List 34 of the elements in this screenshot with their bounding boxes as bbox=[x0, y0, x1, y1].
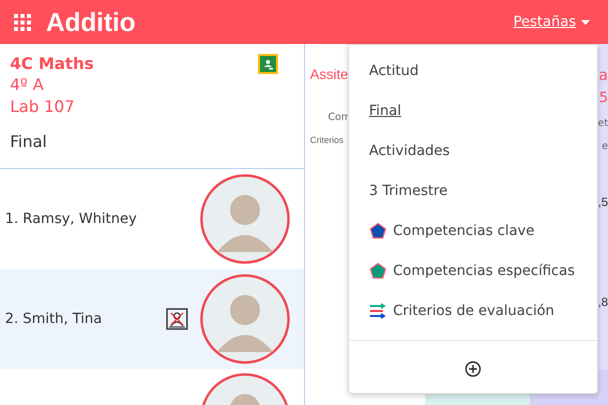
student-row[interactable]: 2. Smith, Tina bbox=[0, 269, 304, 369]
menu-item[interactable]: 3 Trimestre bbox=[349, 171, 597, 211]
column-title: Assite bbox=[310, 66, 348, 82]
student-row[interactable]: 1. Ramsy, Whitney bbox=[0, 169, 304, 269]
column-subtitle: 5 bbox=[599, 90, 608, 106]
menu-item[interactable]: Final bbox=[349, 91, 597, 131]
menu-item[interactable]: Actividades bbox=[349, 131, 597, 171]
group-name: 4C Maths bbox=[10, 54, 94, 73]
column-title: a bbox=[598, 66, 608, 84]
avatar-icon bbox=[200, 274, 290, 364]
column-criteria: Criterios bbox=[310, 135, 344, 145]
group-class: 4º A bbox=[10, 74, 45, 96]
group-room: Lab 107 bbox=[10, 96, 76, 118]
classroom-icon[interactable] bbox=[258, 54, 278, 74]
column-criteria: e bbox=[602, 141, 608, 152]
menu-item[interactable]: Competencias específicas bbox=[349, 251, 597, 291]
menu-item[interactable]: Actitud bbox=[349, 51, 597, 91]
pentagon-icon bbox=[369, 262, 387, 280]
no-photo-icon bbox=[166, 308, 188, 330]
current-tab-title: Final bbox=[10, 132, 48, 151]
student-name: 2. Smith, Tina bbox=[5, 311, 103, 327]
column-subtitle: et bbox=[598, 118, 608, 129]
menu-item[interactable]: Criterios de evaluación bbox=[349, 291, 597, 331]
pentagon-icon bbox=[369, 222, 387, 240]
add-icon[interactable] bbox=[465, 361, 481, 377]
app-logo: Additio bbox=[46, 6, 136, 38]
student-name: 1. Ramsy, Whitney bbox=[5, 211, 138, 227]
grade-cell[interactable]: ,8 bbox=[598, 252, 608, 352]
grade-cell[interactable]: ,5 bbox=[598, 152, 608, 252]
arrows-icon bbox=[369, 303, 387, 319]
apps-grid-icon[interactable] bbox=[13, 13, 31, 31]
caret-icon bbox=[581, 20, 590, 24]
menu-item[interactable]: Competencias clave bbox=[349, 211, 597, 251]
avatar-icon bbox=[200, 174, 290, 264]
